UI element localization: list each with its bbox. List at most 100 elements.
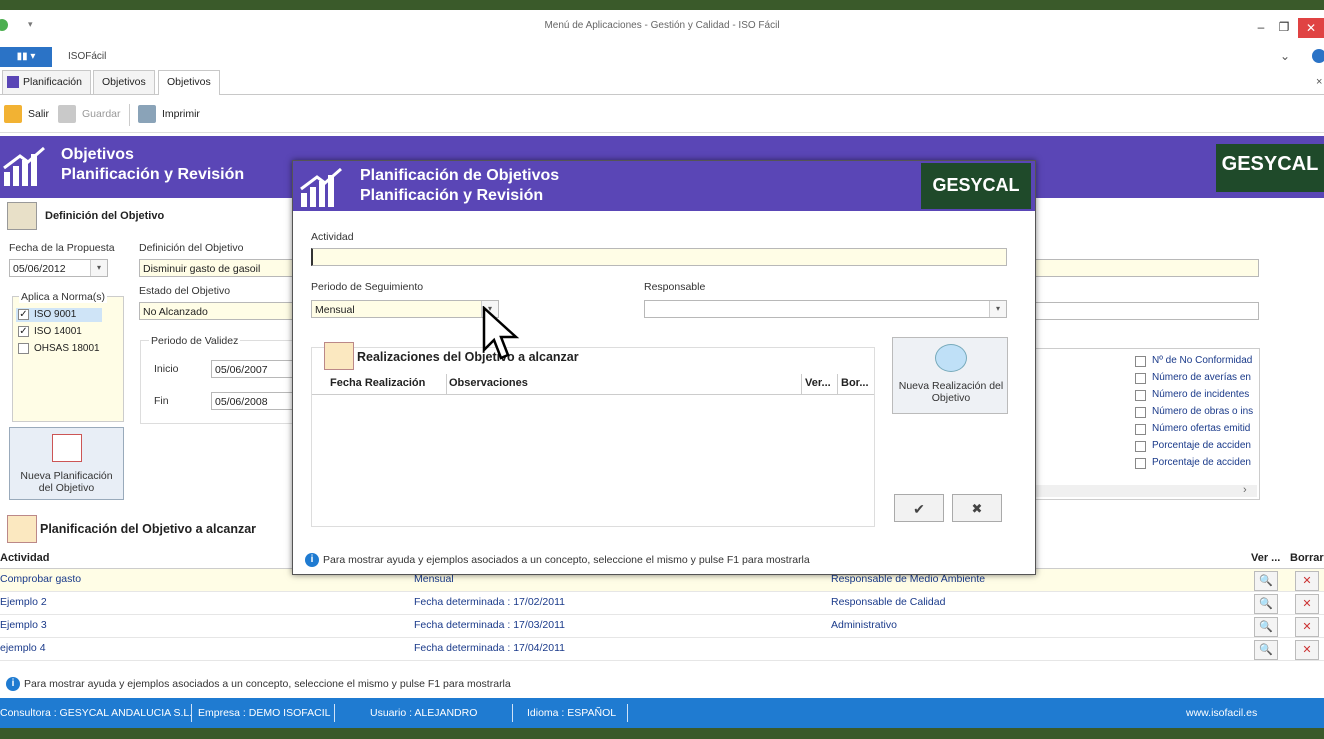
activity-input[interactable] — [311, 248, 1007, 266]
app-name-label: ISOFácil — [68, 51, 107, 62]
header-title: Objetivos — [61, 146, 134, 163]
minimize-button[interactable]: – — [1250, 20, 1272, 38]
view-row-icon[interactable]: 🔍 — [1254, 571, 1278, 591]
view-row-icon[interactable]: 🔍 — [1254, 640, 1278, 660]
planning-grid-icon — [7, 515, 37, 543]
calendar-dropdown-icon[interactable]: ▾ — [90, 260, 107, 276]
col-delete-header[interactable]: Bor... — [841, 377, 869, 389]
print-button[interactable]: Imprimir — [136, 104, 200, 124]
dialog-help-text: Para mostrar ayuda y ejemplos asociados … — [323, 554, 810, 566]
checkbox-iso9001[interactable]: ✓ — [18, 309, 29, 320]
close-button[interactable]: ✕ — [1298, 18, 1324, 38]
realizations-title: Realizaciones del Objetivo a alcanzar — [357, 350, 579, 364]
tab-objetivos-2[interactable]: Objetivos — [158, 70, 220, 95]
tab-planificacion[interactable]: Planificación — [2, 70, 91, 94]
delete-row-icon[interactable]: ✕ — [1295, 617, 1319, 637]
delete-row-icon[interactable]: ✕ — [1295, 571, 1319, 591]
indicator-checkbox[interactable] — [1135, 373, 1146, 384]
collapse-ribbon-icon[interactable]: ⌄ — [1280, 49, 1290, 63]
close-tab-icon[interactable]: × — [1316, 76, 1322, 88]
norm-item-iso14001[interactable]: ✓ ISO 14001 — [16, 325, 102, 339]
info-icon: i — [305, 553, 319, 567]
period-select[interactable]: Mensual ▾ — [311, 300, 499, 318]
toolbar-divider — [129, 104, 130, 126]
gesycal-logo: GESYCAL — [1216, 144, 1324, 192]
start-date-field[interactable]: 05/06/2007 — [211, 360, 301, 378]
col-delete-header[interactable]: Borrar — [1290, 552, 1324, 564]
end-date-field[interactable]: 05/06/2008 — [211, 392, 301, 410]
status-field[interactable]: No Alcanzado — [139, 302, 299, 320]
website-link[interactable]: www.isofacil.es — [1186, 707, 1257, 719]
new-planning-button[interactable]: Nueva Planificación del Objetivo — [9, 427, 124, 500]
save-icon — [58, 105, 76, 123]
responsible-select[interactable]: ▾ — [644, 300, 1007, 318]
new-planning-label: Nueva Planificación del Objetivo — [20, 470, 113, 494]
checkbox-iso14001[interactable]: ✓ — [18, 326, 29, 337]
title-bar: ▾ Menú de Aplicaciones - Gestión y Calid… — [0, 10, 1324, 40]
norm-item-ohsas18001[interactable]: OHSAS 18001 — [16, 342, 116, 356]
validity-label: Periodo de Validez — [149, 335, 241, 347]
mouse-cursor-icon — [482, 306, 520, 360]
end-label: Fin — [154, 395, 169, 407]
new-realization-button[interactable]: Nueva Realización del Objetivo — [892, 337, 1008, 414]
table-row[interactable]: ejemplo 4 Fecha determinada : 17/04/2011… — [0, 638, 1324, 661]
tab-objetivos-1[interactable]: Objetivos — [93, 70, 155, 94]
table-row[interactable]: Ejemplo 2 Fecha determinada : 17/02/2011… — [0, 592, 1324, 615]
activity-label: Actividad — [311, 231, 354, 243]
delete-row-icon[interactable]: ✕ — [1295, 640, 1319, 660]
save-button[interactable]: Guardar — [56, 104, 121, 124]
growth-chart-icon — [3, 146, 45, 186]
col-divider — [446, 374, 447, 394]
exit-button[interactable]: Salir — [2, 104, 49, 124]
chevron-down-icon[interactable]: ▾ — [989, 301, 1006, 317]
indicator-checkbox[interactable] — [1135, 356, 1146, 367]
proposal-date-field[interactable]: 05/06/2012 ▾ — [9, 259, 108, 277]
col-divider — [801, 374, 802, 394]
indicator-checkbox[interactable] — [1135, 424, 1146, 435]
status-extra-field[interactable] — [1034, 302, 1259, 320]
indicator-checkbox[interactable] — [1135, 407, 1146, 418]
start-label: Inicio — [154, 363, 179, 375]
exit-label: Salir — [28, 108, 50, 120]
print-label: Imprimir — [162, 108, 200, 120]
horizontal-scrollbar[interactable]: › — [1035, 484, 1257, 497]
save-label: Guardar — [82, 108, 121, 120]
col-activity-header[interactable]: Actividad — [0, 552, 50, 564]
view-row-icon[interactable]: 🔍 — [1254, 617, 1278, 637]
definition-icon — [7, 202, 37, 230]
info-icon: i — [6, 677, 20, 691]
cancel-button[interactable]: ✖ — [952, 494, 1002, 522]
delete-row-icon[interactable]: ✕ — [1295, 594, 1319, 614]
col-view-header[interactable]: Ver ... — [1251, 552, 1280, 564]
indicator-checkbox[interactable] — [1135, 441, 1146, 452]
tab-label: Planificación — [23, 76, 82, 88]
gesycal-logo: GESYCAL — [921, 163, 1031, 209]
help-icon[interactable] — [1312, 49, 1324, 63]
proposal-date-label: Fecha de la Propuesta — [9, 242, 115, 254]
table-row[interactable]: Ejemplo 3 Fecha determinada : 17/03/2011… — [0, 615, 1324, 638]
norm-label: ISO 9001 — [34, 309, 77, 320]
col-date-header[interactable]: Fecha Realización — [330, 377, 425, 389]
checkbox-ohsas18001[interactable] — [18, 343, 29, 354]
accept-button[interactable]: ✔ — [894, 494, 944, 522]
scroll-right-icon[interactable]: › — [1243, 484, 1247, 496]
tab-label: Objetivos — [167, 76, 211, 88]
dialog-help-bar: i Para mostrar ayuda y ejemplos asociado… — [293, 549, 1035, 569]
col-divider — [837, 374, 838, 394]
door-icon — [4, 105, 22, 123]
norm-label: ISO 14001 — [34, 326, 82, 337]
planning-dialog: Planificación de Objetivos Planificación… — [292, 160, 1036, 575]
norm-label: OHSAS 18001 — [34, 343, 100, 354]
speech-bubble-icon — [935, 344, 967, 372]
indicators-list: Nº de No Conformidad Número de averías e… — [1034, 348, 1260, 500]
application-menu-button[interactable]: ▮▮ ▾ — [0, 47, 52, 67]
indicator-checkbox[interactable] — [1135, 390, 1146, 401]
col-obs-header[interactable]: Observaciones — [449, 377, 528, 389]
definition-section-title: Definición del Objetivo — [45, 210, 165, 222]
norm-item-iso9001[interactable]: ✓ ISO 9001 — [16, 308, 102, 322]
indicator-checkbox[interactable] — [1135, 458, 1146, 469]
view-row-icon[interactable]: 🔍 — [1254, 594, 1278, 614]
col-view-header[interactable]: Ver... — [805, 377, 831, 389]
dialog-title: Planificación de Objetivos — [360, 167, 560, 184]
restore-button[interactable]: ❐ — [1273, 20, 1295, 38]
